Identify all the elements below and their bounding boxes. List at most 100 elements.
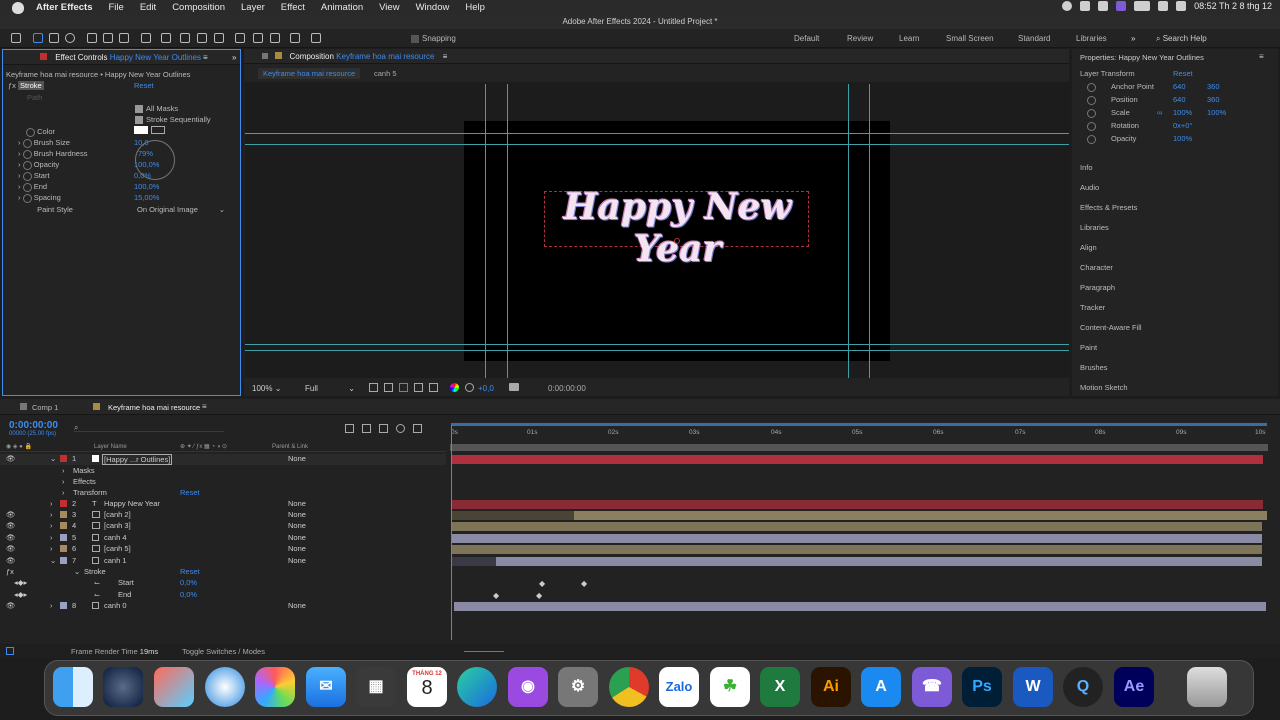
stopwatch-icon[interactable] [22,160,32,170]
parent-dropdown[interactable]: None [288,601,306,610]
keyframe-property-row[interactable]: ◂◆▸ ⌙ Start 0,0% [0,578,446,589]
close-icon[interactable] [20,403,27,410]
parent-dropdown[interactable]: None [288,556,306,565]
stopwatch-icon[interactable] [22,149,32,159]
keyframe-diamond[interactable]: ◆ [536,591,542,600]
calendar-icon[interactable]: THÁNG 12 8 [407,667,447,707]
layer-row[interactable]: › 2 T Happy New Year None [0,499,446,510]
current-time-indicator[interactable] [451,425,452,640]
zoom-tool-icon[interactable] [65,33,75,43]
expand-arrow-icon[interactable]: › [62,488,65,497]
layer-bar[interactable] [452,511,574,520]
home-icon[interactable] [11,33,21,43]
control-center-icon[interactable] [1176,1,1187,11]
mail-icon[interactable]: ✉ [306,667,346,707]
graph-editor-icon[interactable] [413,424,422,433]
guide-line[interactable] [869,84,870,378]
shy-layers-icon[interactable] [379,424,388,433]
guide-line[interactable] [245,344,1069,345]
panel-libraries[interactable]: Libraries [1080,223,1109,232]
comp-duration-bar[interactable] [450,444,1268,451]
clipboard-icon[interactable] [1098,1,1109,11]
panel-menu-icon[interactable]: ≡ [443,52,448,61]
all-masks-option[interactable]: All Masks [135,104,178,114]
panel-paint[interactable]: Paint [1080,343,1097,352]
mask-visibility-icon[interactable] [399,383,408,392]
guide-line[interactable] [507,84,508,378]
eye-icon[interactable]: 👁 [6,521,16,530]
keyframe-diamond[interactable]: ◆ [493,591,499,600]
stroke-sequentially-option[interactable]: Stroke Sequentially [135,115,211,125]
stopwatch-icon[interactable] [1087,82,1096,92]
viber-status-icon[interactable] [1116,1,1127,11]
layer-bar[interactable] [496,557,1262,566]
panel-menu-icon[interactable]: ≡ [1259,52,1264,61]
property-group[interactable]: › Effects [0,477,446,488]
menu-view[interactable]: View [379,2,399,13]
photoshop-icon[interactable]: Ps [962,667,1002,707]
expand-arrow-icon[interactable]: › [50,601,53,610]
snapping-checkbox[interactable] [411,34,419,43]
spacing-value[interactable]: 15,00% [134,193,159,202]
zalo-icon[interactable]: Zalo [659,667,699,707]
keyframe-diamond[interactable]: ◆ [581,579,587,588]
layer-name[interactable]: [Happy ...r Outlines] [102,454,173,465]
layer-bar[interactable] [452,534,1262,543]
guide-line[interactable] [245,144,1069,145]
roto-brush-icon[interactable] [290,33,300,43]
close-icon[interactable] [262,53,268,59]
expand-arrow-icon[interactable]: › [50,510,53,519]
after-effects-icon[interactable]: Ae [1114,667,1154,707]
draft-3d-icon[interactable] [362,424,371,433]
stopwatch-icon[interactable] [1087,134,1096,144]
parent-link-column[interactable]: Parent & Link [272,444,308,450]
property-value[interactable]: 0,0% [180,578,197,587]
guides-icon[interactable] [414,383,423,392]
clone-stamp-icon[interactable] [253,33,263,43]
fx-icon[interactable]: ƒx [8,81,18,90]
hand-tool-icon[interactable] [49,33,59,43]
keyframe-nav-icon[interactable]: ◂◆▸ [14,590,27,599]
safari-icon[interactable] [205,667,245,707]
eye-icon[interactable]: 👁 [6,601,16,610]
selection-tool-icon[interactable] [33,33,43,43]
color-channel-icon[interactable] [450,383,459,392]
current-timecode[interactable]: 0:00:00:00 [9,420,58,431]
label-color[interactable] [60,500,67,507]
workspace-libraries[interactable]: Libraries [1076,34,1107,43]
lock-icon[interactable] [275,52,283,59]
property-group[interactable]: › Masks [0,466,446,477]
layer-row[interactable]: 👁 › 6 [canh 5] None [0,544,446,555]
brush-tool-icon[interactable] [235,33,245,43]
app-store-icon[interactable]: A [861,667,901,707]
word-icon[interactable]: W [1013,667,1053,707]
panel-motion-sketch[interactable]: Motion Sketch [1080,383,1128,392]
layer-name[interactable]: [canh 5] [104,544,131,553]
stopwatch-icon[interactable] [22,182,32,192]
more-workspaces-icon[interactable]: » [1131,34,1135,43]
anchor-point-x[interactable]: 640 [1173,82,1186,91]
composition-tab[interactable]: Composition [289,52,333,61]
label-color[interactable] [60,602,67,609]
search-help[interactable]: ⌕ Search Help [1156,34,1207,44]
exposure-icon[interactable] [465,383,474,392]
stopwatch-icon[interactable] [1087,108,1096,118]
subtab-canh-5[interactable]: canh 5 [374,69,397,78]
layer-bar[interactable] [454,602,1266,611]
rotate-tool-icon[interactable] [141,33,151,43]
eyedropper-icon[interactable] [151,126,165,134]
layer-name[interactable]: canh 0 [104,601,127,610]
panel-align[interactable]: Align [1080,243,1097,252]
layer-bar[interactable] [452,545,1262,554]
layer-row[interactable]: 👁 › 4 [canh 3] None [0,521,446,532]
zoom-slider[interactable] [464,651,504,652]
rectangle-tool-icon[interactable] [180,33,190,43]
layer-row[interactable]: 👁 › 3 [canh 2] None [0,510,446,521]
panel-menu-icon[interactable]: ≡ [202,402,207,411]
all-masks-checkbox[interactable] [135,105,143,114]
scale-y[interactable]: 100% [1207,108,1226,117]
finder-icon[interactable] [53,667,93,707]
guide-line[interactable] [848,84,849,378]
eraser-tool-icon[interactable] [270,33,280,43]
zoom-dropdown[interactable]: 100% ⌄ [252,384,281,393]
